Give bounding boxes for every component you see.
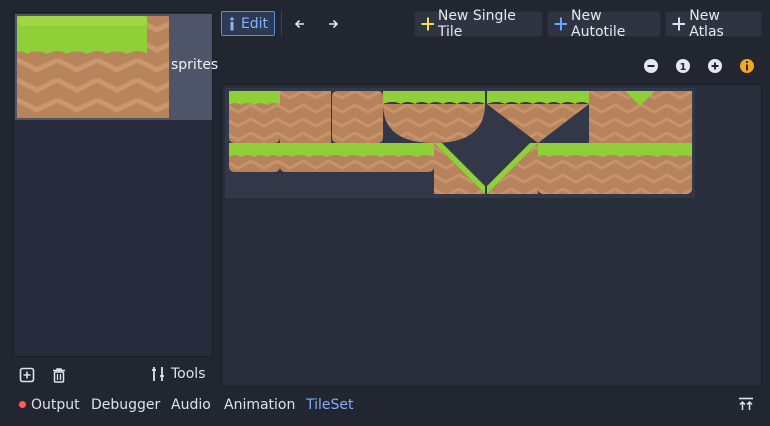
new-single-tile-button[interactable]: New Single Tile [414, 8, 543, 40]
tab-output-label: Output [31, 397, 80, 413]
texture-item-label: sprites [171, 57, 219, 73]
new-atlas-label: New Atlas [689, 8, 724, 40]
edit-label: Edit [240, 15, 269, 32]
toolbar-separator [281, 10, 282, 36]
tools-menu-button[interactable]: Tools [151, 366, 206, 382]
output-alert-dot [19, 401, 26, 408]
edit-button[interactable]: Edit [221, 11, 275, 36]
zoom-reset-label: 1 [680, 62, 687, 73]
zoom-reset-icon[interactable]: 1 [675, 58, 691, 74]
tab-output[interactable]: Output [19, 397, 80, 413]
arrow-right-icon[interactable] [323, 14, 343, 34]
expand-bottom-panel-icon[interactable] [738, 397, 754, 415]
plus-icon [421, 17, 434, 31]
new-autotile-label: New Autotile [571, 8, 626, 40]
trash-icon[interactable] [51, 367, 67, 383]
new-single-tile-label: New Single Tile [437, 8, 516, 40]
tab-audio[interactable]: Audio [171, 397, 211, 413]
pencil-icon [230, 17, 234, 30]
plus-icon [554, 17, 567, 31]
zoom-in-icon[interactable] [707, 58, 723, 74]
tab-debugger[interactable]: Debugger [91, 397, 160, 413]
arrow-left-icon[interactable] [290, 14, 310, 34]
add-texture-icon[interactable] [19, 367, 35, 383]
tab-tileset[interactable]: TileSet [306, 397, 354, 413]
tab-animation[interactable]: Animation [224, 397, 295, 413]
sprites-thumbnail [17, 16, 169, 118]
new-atlas-button[interactable]: New Atlas [665, 8, 762, 40]
tools-icon [152, 367, 164, 381]
info-icon[interactable] [739, 58, 755, 74]
zoom-out-icon[interactable] [643, 58, 659, 74]
new-autotile-button[interactable]: New Autotile [547, 8, 661, 40]
plus-icon [672, 17, 686, 31]
tileset-texture-image[interactable] [225, 88, 695, 198]
tools-label: Tools [171, 366, 206, 382]
